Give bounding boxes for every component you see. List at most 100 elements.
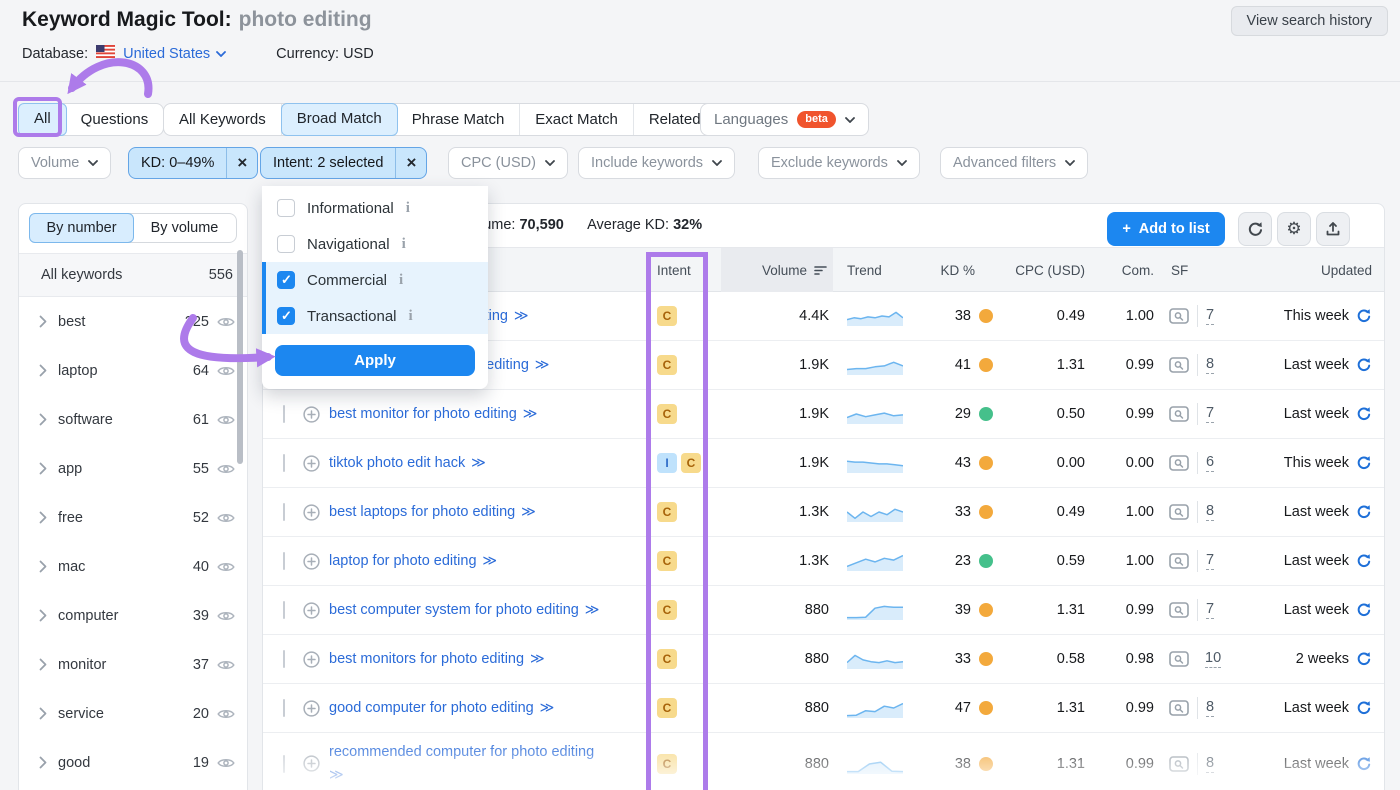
close-icon[interactable]: × bbox=[226, 148, 257, 178]
row-checkbox[interactable] bbox=[283, 650, 285, 668]
expand-keyword-icon[interactable]: ≫ bbox=[538, 699, 553, 715]
serp-icon[interactable] bbox=[1169, 308, 1189, 324]
filter-pill[interactable]: Intent: 2 selected × bbox=[260, 147, 427, 179]
refresh-metrics-icon[interactable] bbox=[1356, 406, 1372, 422]
tab-phrase-match[interactable]: Phrase Match bbox=[397, 104, 521, 135]
expand-keyword-icon[interactable]: ≫ bbox=[583, 601, 598, 617]
keyword-group-row[interactable]: software 61 bbox=[19, 395, 247, 444]
keyword-group-row[interactable]: app 55 bbox=[19, 444, 247, 493]
expand-keyword-icon[interactable]: ≫ bbox=[469, 454, 484, 470]
column-kd[interactable]: KD % bbox=[921, 248, 1001, 292]
filter-pill[interactable]: KD: 0–49% × bbox=[128, 147, 258, 179]
checkbox[interactable] bbox=[277, 307, 295, 325]
row-checkbox[interactable] bbox=[283, 699, 285, 717]
column-intent[interactable]: Intent bbox=[641, 248, 721, 292]
row-checkbox[interactable] bbox=[283, 601, 285, 619]
eye-icon[interactable] bbox=[217, 316, 235, 328]
serp-icon[interactable] bbox=[1169, 357, 1189, 373]
serp-icon[interactable] bbox=[1169, 553, 1189, 569]
column-updated[interactable]: Updated bbox=[1221, 248, 1386, 292]
refresh-metrics-icon[interactable] bbox=[1356, 357, 1372, 373]
languages-dropdown[interactable]: Languages beta bbox=[700, 103, 869, 136]
add-to-list-button[interactable]: + Add to list bbox=[1107, 212, 1225, 246]
sf-value[interactable]: 8 bbox=[1206, 356, 1214, 374]
sidebar-sort-option[interactable]: By volume bbox=[133, 214, 236, 242]
refresh-metrics-icon[interactable] bbox=[1356, 504, 1372, 520]
filter-pill[interactable]: Exclude keywords bbox=[758, 147, 920, 179]
refresh-metrics-icon[interactable] bbox=[1356, 553, 1372, 569]
keyword-link[interactable]: recommended computer for photo editing ≫ bbox=[329, 741, 601, 787]
intent-option[interactable]: Transactional i bbox=[262, 298, 488, 334]
database-select[interactable]: United States bbox=[123, 46, 226, 62]
filter-pill[interactable]: Advanced filters bbox=[940, 147, 1088, 179]
keyword-group-row[interactable]: service 20 bbox=[19, 689, 247, 738]
expand-keyword-icon[interactable]: ≫ bbox=[519, 503, 534, 519]
add-keyword-icon[interactable] bbox=[303, 755, 320, 772]
export-button[interactable] bbox=[1316, 212, 1350, 246]
intent-option[interactable]: Navigational i bbox=[262, 226, 488, 262]
eye-icon[interactable] bbox=[217, 365, 235, 377]
keyword-group-row[interactable]: free 52 bbox=[19, 493, 247, 542]
sf-value[interactable]: 8 bbox=[1206, 699, 1214, 717]
expand-keyword-icon[interactable]: ≫ bbox=[528, 650, 543, 666]
filter-pill[interactable]: CPC (USD) bbox=[448, 147, 568, 179]
row-checkbox[interactable] bbox=[283, 503, 285, 521]
checkbox[interactable] bbox=[277, 199, 295, 217]
eye-icon[interactable] bbox=[217, 757, 235, 769]
row-checkbox[interactable] bbox=[283, 405, 285, 423]
serp-icon[interactable] bbox=[1169, 756, 1189, 772]
expand-keyword-icon[interactable]: ≫ bbox=[481, 552, 496, 568]
serp-icon[interactable] bbox=[1169, 504, 1189, 520]
row-checkbox[interactable] bbox=[283, 454, 285, 472]
column-com[interactable]: Com. bbox=[1089, 248, 1156, 292]
sf-value[interactable]: 7 bbox=[1206, 307, 1214, 325]
keyword-link[interactable]: best monitors for photo editing ≫ bbox=[329, 648, 543, 671]
settings-button[interactable]: ⚙ bbox=[1277, 212, 1311, 246]
eye-icon[interactable] bbox=[217, 414, 235, 426]
sf-value[interactable]: 8 bbox=[1206, 755, 1214, 773]
eye-icon[interactable] bbox=[217, 561, 235, 573]
column-cpc[interactable]: CPC (USD) bbox=[1001, 248, 1089, 292]
add-keyword-icon[interactable] bbox=[303, 602, 320, 619]
add-keyword-icon[interactable] bbox=[303, 700, 320, 717]
refresh-metrics-icon[interactable] bbox=[1356, 308, 1372, 324]
keyword-group-row[interactable]: good 19 bbox=[19, 738, 247, 787]
filter-pill[interactable]: Include keywords bbox=[578, 147, 735, 179]
refresh-metrics-icon[interactable] bbox=[1356, 700, 1372, 716]
add-keyword-icon[interactable] bbox=[303, 455, 320, 472]
refresh-metrics-icon[interactable] bbox=[1356, 455, 1372, 471]
keyword-link[interactable]: laptop for photo editing ≫ bbox=[329, 550, 495, 573]
expand-keyword-icon[interactable]: ≫ bbox=[521, 405, 536, 421]
refresh-metrics-icon[interactable] bbox=[1356, 602, 1372, 618]
expand-keyword-icon[interactable]: ≫ bbox=[533, 356, 548, 372]
add-keyword-icon[interactable] bbox=[303, 504, 320, 521]
keyword-group-row[interactable]: computer 39 bbox=[19, 591, 247, 640]
add-keyword-icon[interactable] bbox=[303, 553, 320, 570]
expand-keyword-icon[interactable]: ≫ bbox=[512, 307, 527, 323]
eye-icon[interactable] bbox=[217, 610, 235, 622]
sf-value[interactable]: 7 bbox=[1206, 552, 1214, 570]
apply-button[interactable]: Apply bbox=[275, 345, 475, 376]
sidebar-sort-option[interactable]: By number bbox=[29, 213, 134, 243]
add-keyword-icon[interactable] bbox=[303, 406, 320, 423]
view-search-history-button[interactable]: View search history bbox=[1231, 6, 1388, 36]
tab-broad-match[interactable]: Broad Match bbox=[281, 103, 398, 136]
eye-icon[interactable] bbox=[217, 512, 235, 524]
keyword-link[interactable]: best monitor for photo editing ≫ bbox=[329, 403, 535, 426]
serp-icon[interactable] bbox=[1169, 651, 1189, 667]
eye-icon[interactable] bbox=[217, 463, 235, 475]
sf-value[interactable]: 7 bbox=[1206, 601, 1214, 619]
keyword-link[interactable]: best computer system for photo editing ≫ bbox=[329, 599, 597, 622]
filter-pill[interactable]: Volume bbox=[18, 147, 111, 179]
serp-icon[interactable] bbox=[1169, 406, 1189, 422]
serp-icon[interactable] bbox=[1169, 602, 1189, 618]
column-sf[interactable]: SF bbox=[1156, 248, 1221, 292]
expand-keyword-icon[interactable]: ≫ bbox=[329, 766, 342, 782]
sf-value[interactable]: 10 bbox=[1205, 650, 1221, 668]
sf-value[interactable]: 6 bbox=[1206, 454, 1214, 472]
checkbox[interactable] bbox=[277, 235, 295, 253]
tab-all-keywords[interactable]: All Keywords bbox=[164, 104, 282, 135]
serp-icon[interactable] bbox=[1169, 455, 1189, 471]
column-trend[interactable]: Trend bbox=[833, 248, 921, 292]
sf-value[interactable]: 7 bbox=[1206, 405, 1214, 423]
